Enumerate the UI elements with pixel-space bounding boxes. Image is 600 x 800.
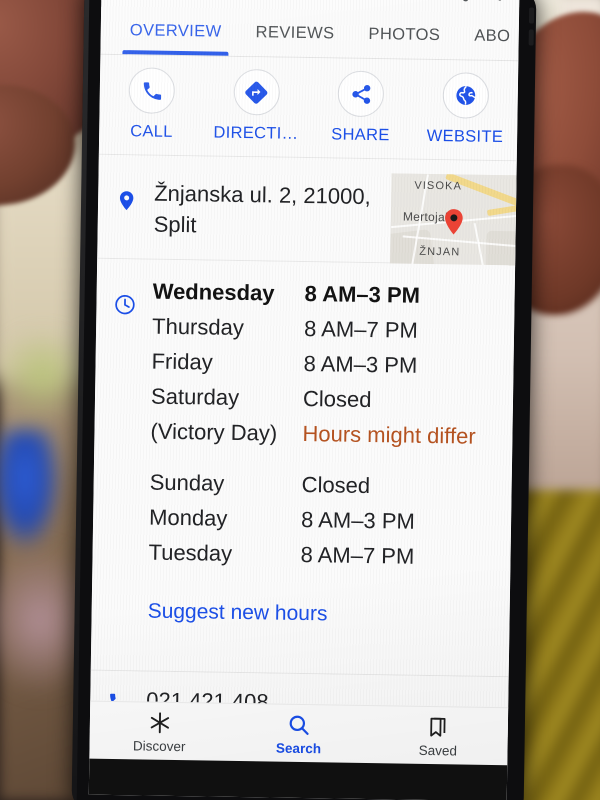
hours-row-saturday: Saturday Closed — [151, 379, 504, 420]
screen-bottom-edge — [88, 758, 508, 800]
asterisk-icon — [147, 711, 171, 735]
hours-value: 8 AM–7 PM — [300, 541, 415, 569]
share-button[interactable]: SHARE — [312, 70, 409, 145]
photograph-scene: …banka — [0, 0, 600, 800]
call-button-circle — [128, 67, 176, 114]
hours-day: Saturday — [150, 383, 240, 410]
nav-item-discover[interactable]: Discover — [104, 710, 215, 755]
address-row-icon-cell — [98, 169, 155, 213]
tab-about-label: ABO — [474, 26, 511, 46]
hours-row-wednesday: Wednesday 8 AM–3 PM — [152, 274, 505, 315]
map-label-visoka: VISOKA — [414, 179, 463, 193]
nav-item-discover-label: Discover — [132, 738, 186, 755]
hours-row-tuesday: Tuesday 8 AM–7 PM — [148, 535, 501, 576]
tab-photos-label: PHOTOS — [368, 24, 441, 45]
search-icon — [287, 713, 311, 737]
overflow-menu-icon[interactable] — [490, 0, 509, 3]
hours-row-monday: Monday 8 AM–3 PM — [149, 500, 502, 541]
address-text: Žnjanska ul. 2, 21000, Split — [153, 180, 371, 238]
nav-item-search-label: Search — [275, 740, 322, 757]
share-button-circle — [337, 70, 385, 118]
hours-day: Tuesday — [148, 539, 233, 566]
opening-hours-section: Wednesday 8 AM–3 PM Thursday 8 AM–7 PM F… — [90, 258, 516, 678]
tab-overview[interactable]: OVERVIEW — [112, 7, 239, 56]
hours-day: Friday — [151, 348, 213, 375]
hours-value: Closed — [302, 385, 372, 413]
action-button-row: CALL DIRECTI… SHARE WEBSITE — [98, 54, 519, 162]
hours-value: 8 AM–7 PM — [303, 315, 419, 343]
directions-button[interactable]: DIRECTI… — [208, 68, 305, 143]
hours-day: Wednesday — [152, 278, 275, 306]
bookmark-icon — [426, 715, 450, 739]
app-bar: …banka — [101, 0, 520, 8]
clock-icon — [113, 293, 136, 316]
background-blue-object — [0, 430, 60, 550]
map-thumbnail[interactable]: VISOKA Mertojak ŽNJAN — [390, 173, 517, 268]
hours-value: Closed — [301, 471, 371, 499]
hours-day: Thursday — [151, 313, 245, 341]
phone-power-button[interactable] — [528, 29, 534, 46]
hours-table[interactable]: Wednesday 8 AM–3 PM Thursday 8 AM–7 PM F… — [147, 274, 514, 630]
share-icon — [349, 82, 372, 105]
suggest-new-hours-link[interactable]: Suggest new hours — [147, 600, 499, 630]
hours-value: 8 AM–3 PM — [303, 350, 418, 378]
directions-button-circle — [233, 68, 280, 116]
tab-reviews[interactable]: REVIEWS — [238, 9, 352, 58]
page-title: …banka — [111, 0, 412, 4]
tab-reviews-label: REVIEWS — [255, 23, 335, 43]
background-green-object — [0, 330, 90, 420]
globe-icon — [453, 83, 477, 107]
hours-value: 8 AM–3 PM — [304, 280, 421, 308]
hours-day-holiday: (Victory Day) — [150, 418, 278, 446]
map-block — [486, 230, 517, 268]
phone-volume-button[interactable] — [528, 7, 535, 24]
bottom-navigation-bar: Discover Search Saved — [89, 700, 509, 768]
directions-icon — [244, 80, 269, 105]
hours-day: Sunday — [149, 469, 225, 496]
share-icon[interactable] — [451, 0, 470, 3]
search-icon[interactable] — [412, 0, 431, 2]
hours-value-warning: Hours might differ — [302, 420, 476, 449]
tab-overview-label: OVERVIEW — [129, 21, 222, 41]
address-row[interactable]: Žnjanska ul. 2, 21000, Split VISOKA Mert… — [97, 154, 517, 268]
location-pin-icon — [114, 189, 137, 212]
phone-device: …banka — [71, 0, 537, 800]
hours-row-icon-cell — [96, 273, 153, 317]
directions-button-label: DIRECTI… — [213, 123, 299, 143]
hours-value: 8 AM–3 PM — [300, 506, 416, 534]
map-label-znjan: ŽNJAN — [419, 245, 461, 259]
nav-item-saved[interactable]: Saved — [383, 714, 494, 759]
app-bar-icons — [412, 0, 509, 5]
nav-item-search[interactable]: Search — [243, 712, 354, 757]
website-button[interactable]: WEBSITE — [417, 72, 514, 147]
hours-row-friday: Friday 8 AM–3 PM — [151, 344, 504, 385]
call-button[interactable]: CALL — [103, 67, 200, 142]
nav-item-saved-label: Saved — [418, 742, 458, 759]
website-button-label: WEBSITE — [426, 126, 504, 147]
red-map-pin-icon — [444, 208, 464, 235]
tab-about[interactable]: ABO — [457, 12, 520, 60]
hours-row-victory-day: (Victory Day) Hours might differ — [150, 414, 503, 455]
hours-row-sunday: Sunday Closed — [149, 465, 502, 506]
hours-row-thursday: Thursday 8 AM–7 PM — [152, 309, 505, 350]
share-button-label: SHARE — [331, 125, 390, 145]
tab-photos[interactable]: PHOTOS — [351, 11, 458, 60]
phone-icon — [140, 79, 163, 102]
call-button-label: CALL — [130, 122, 173, 141]
tab-bar: OVERVIEW REVIEWS PHOTOS ABO — [100, 6, 520, 62]
phone-screen: …banka — [88, 0, 520, 800]
website-button-circle — [442, 72, 489, 119]
hours-day: Monday — [148, 504, 228, 531]
